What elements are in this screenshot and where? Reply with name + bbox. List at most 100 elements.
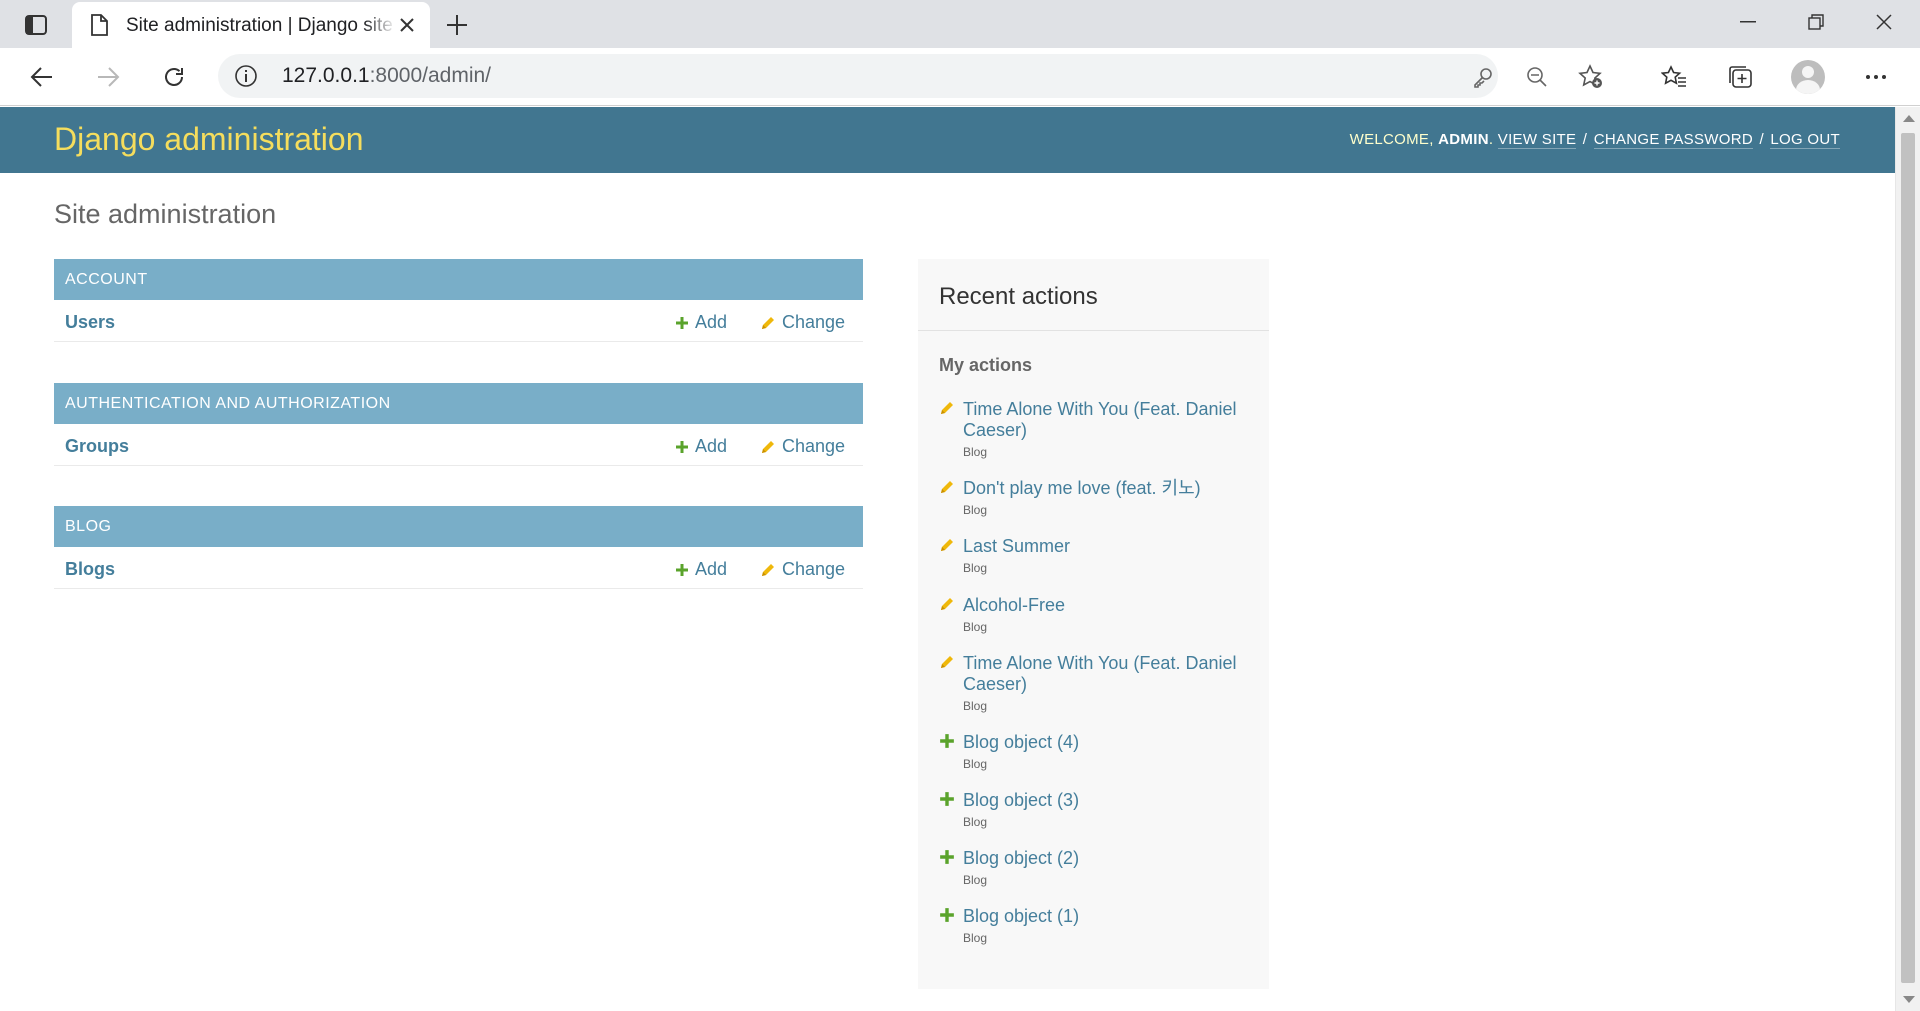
info-icon[interactable] — [234, 64, 258, 93]
close-window-icon[interactable] — [1864, 8, 1904, 36]
minimize-icon[interactable] — [1728, 8, 1768, 36]
more-icon[interactable] — [1858, 60, 1894, 94]
model-link-blogs[interactable]: Blogs — [65, 559, 115, 580]
sidebar-icon[interactable] — [18, 12, 54, 38]
vertical-scrollbar[interactable] — [1895, 107, 1920, 1011]
view-site-link[interactable]: View site — [1497, 131, 1577, 149]
module-blog: Blog Blogs Add Change — [54, 506, 863, 589]
action-item: Time Alone With You (Feat. Daniel Caeser… — [939, 653, 1249, 713]
action-type: Blog — [963, 815, 988, 829]
action-link[interactable]: Blog object (4) — [963, 732, 1249, 753]
module-account: Account Users Add Change — [54, 259, 863, 342]
url-host: 127.0.0.1 — [282, 64, 370, 87]
action-type: Blog — [963, 503, 988, 517]
change-password-link[interactable]: Change password — [1593, 131, 1753, 149]
close-icon[interactable] — [396, 14, 418, 36]
my-actions-heading: My actions — [939, 355, 1033, 375]
recent-actions-panel: Recent actions My actions Time Alone Wit… — [918, 259, 1269, 989]
recent-actions-title: Recent actions — [918, 259, 1269, 331]
pencil-icon — [941, 539, 953, 551]
module-caption[interactable]: Blog — [54, 506, 863, 547]
change-users-button[interactable]: Change — [760, 312, 845, 333]
action-link[interactable]: Time Alone With You (Feat. Daniel Caeser… — [963, 653, 1249, 695]
action-link[interactable]: Time Alone With You (Feat. Daniel Caeser… — [963, 399, 1249, 441]
url-path: :8000/admin/ — [369, 64, 492, 87]
module-caption[interactable]: Authentication and Authorization — [54, 383, 863, 424]
action-item: Time Alone With You (Feat. Daniel Caeser… — [939, 399, 1249, 459]
tab-title: Site administration | Django site admin — [126, 15, 396, 36]
add-label: Add — [695, 312, 728, 332]
action-type: Blog — [963, 699, 988, 713]
browser-toolbar: 127.0.0.1:8000/admin/ — [0, 48, 1920, 106]
add-users-button[interactable]: Add — [675, 312, 727, 333]
action-item: Alcohol-Free Blog — [939, 595, 1249, 634]
key-icon[interactable] — [1470, 64, 1496, 90]
user-tools: Welcome, admin. View site / Change passw… — [1349, 131, 1840, 149]
model-row-blogs: Blogs Add Change — [54, 547, 863, 589]
module-caption[interactable]: Account — [54, 259, 863, 300]
action-link[interactable]: Alcohol-Free — [963, 595, 1249, 616]
action-item: Blog object (1) Blog — [939, 906, 1249, 945]
module-auth: Authentication and Authorization Groups … — [54, 383, 863, 466]
add-favorite-icon[interactable] — [1578, 64, 1604, 90]
browser-tab-bar: Site administration | Django site admin — [0, 0, 1920, 48]
zoom-out-icon[interactable] — [1524, 64, 1550, 90]
plus-icon — [940, 850, 954, 864]
plus-icon — [447, 15, 467, 35]
django-header: Django administration Welcome, admin. Vi… — [0, 107, 1895, 173]
new-tab-button[interactable] — [442, 10, 472, 40]
change-label: Change — [782, 436, 846, 456]
add-label: Add — [695, 559, 728, 579]
favorites-icon[interactable] — [1656, 60, 1692, 94]
change-blogs-button[interactable]: Change — [760, 559, 845, 580]
site-branding[interactable]: Django administration — [54, 121, 364, 158]
change-label: Change — [782, 312, 846, 332]
pencil-icon — [762, 316, 774, 329]
pencil-icon — [941, 481, 953, 493]
model-row-groups: Groups Add Change — [54, 424, 863, 466]
change-groups-button[interactable]: Change — [760, 436, 845, 457]
scroll-down-icon[interactable] — [1903, 996, 1915, 1003]
scroll-up-icon[interactable] — [1903, 115, 1915, 122]
refresh-icon[interactable] — [156, 60, 192, 94]
avatar — [1791, 60, 1825, 94]
collections-icon[interactable] — [1722, 60, 1758, 94]
action-link[interactable]: Blog object (3) — [963, 790, 1249, 811]
url-text[interactable]: 127.0.0.1:8000/admin/ — [282, 64, 491, 88]
model-row-users: Users Add Change — [54, 300, 863, 342]
back-icon[interactable] — [24, 60, 60, 94]
action-link[interactable]: Blog object (2) — [963, 848, 1249, 869]
log-out-link[interactable]: Log out — [1770, 131, 1840, 149]
action-type: Blog — [963, 561, 988, 575]
plus-icon — [940, 792, 954, 806]
plus-icon — [676, 563, 688, 576]
profile-icon[interactable] — [1790, 60, 1826, 94]
action-type: Blog — [963, 620, 988, 634]
address-bar[interactable]: 127.0.0.1:8000/admin/ — [218, 54, 1602, 98]
forward-icon[interactable] — [90, 60, 126, 94]
browser-tab[interactable]: Site administration | Django site admin — [72, 2, 430, 48]
restore-icon[interactable] — [1796, 8, 1836, 36]
welcome-text: Welcome, — [1349, 131, 1434, 148]
model-link-groups[interactable]: Groups — [65, 436, 129, 457]
pencil-icon — [762, 563, 774, 576]
pencil-icon — [762, 440, 774, 453]
action-type: Blog — [963, 873, 988, 887]
action-type: Blog — [963, 757, 988, 771]
action-item: Blog object (3) Blog — [939, 790, 1249, 829]
scrollbar-thumb[interactable] — [1901, 133, 1915, 983]
add-groups-button[interactable]: Add — [675, 436, 727, 457]
page-icon — [90, 14, 108, 41]
pencil-icon — [941, 402, 953, 414]
add-blogs-button[interactable]: Add — [675, 559, 727, 580]
action-item: Don't play me love (feat. 키노) Blog — [939, 478, 1249, 517]
page-title: Site administration — [54, 199, 277, 229]
action-link[interactable]: Don't play me love (feat. 키노) — [963, 478, 1249, 499]
action-item: Blog object (2) Blog — [939, 848, 1249, 887]
model-link-users[interactable]: Users — [65, 312, 115, 333]
plus-icon — [940, 908, 954, 922]
action-link[interactable]: Blog object (1) — [963, 906, 1249, 927]
page-viewport: Django administration Welcome, admin. Vi… — [0, 107, 1920, 1011]
action-link[interactable]: Last Summer — [963, 536, 1249, 557]
pencil-icon — [941, 656, 953, 668]
